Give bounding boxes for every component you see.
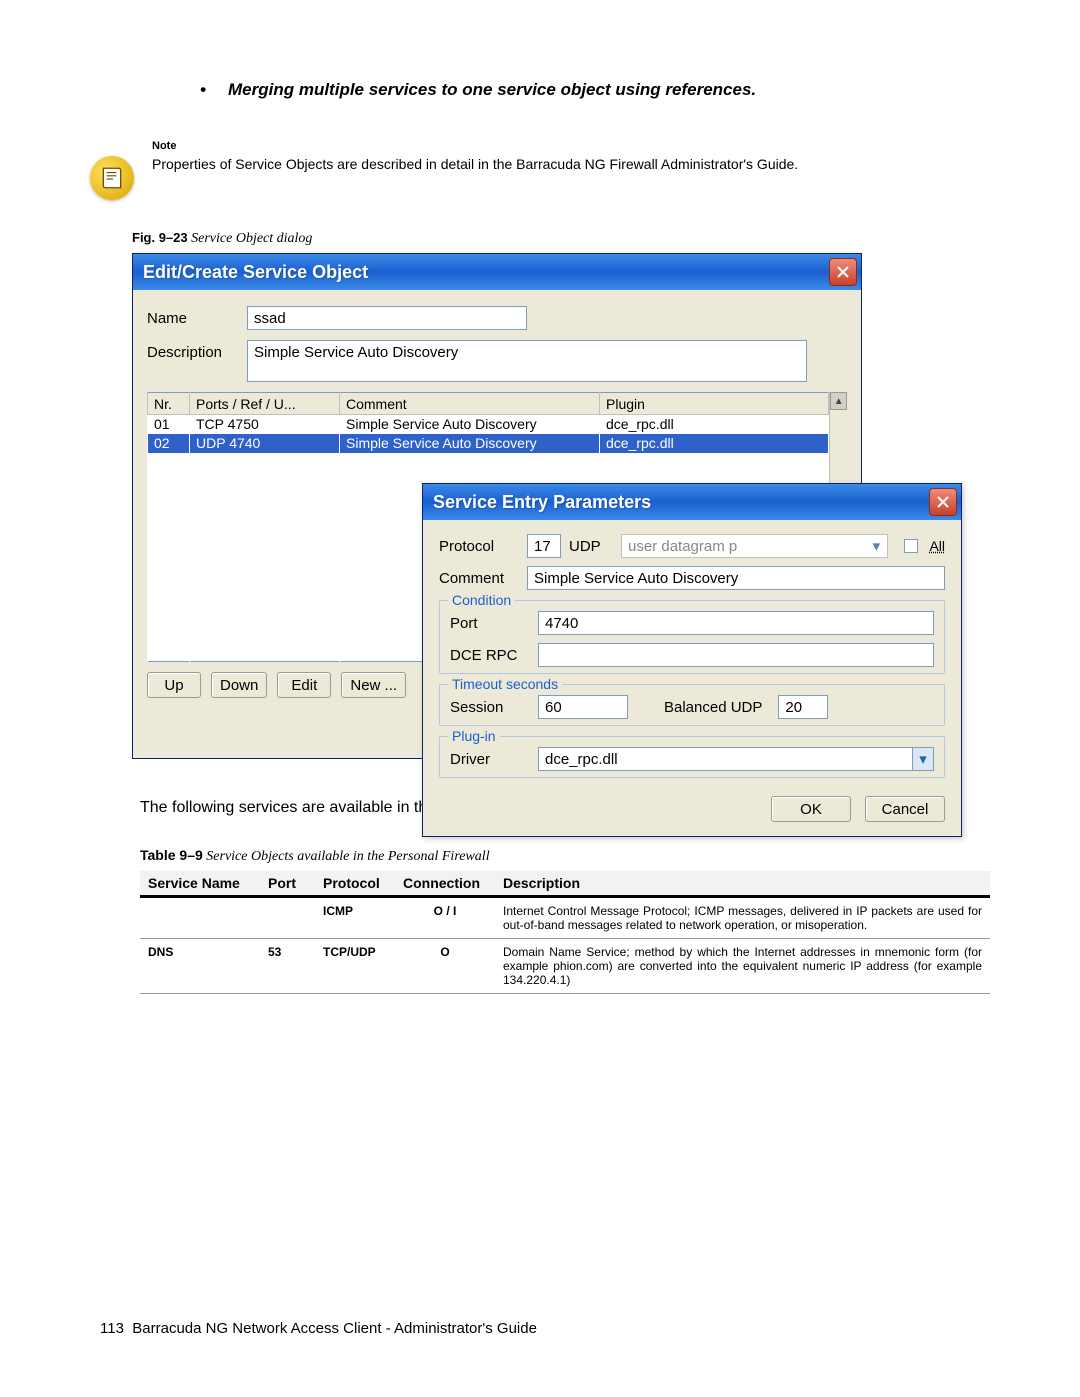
comment-input[interactable] <box>527 566 945 590</box>
page-number: 113 <box>100 1320 124 1337</box>
col-plugin[interactable]: Plugin <box>600 393 829 415</box>
protocol-number-input[interactable] <box>527 534 561 558</box>
note-label: Note <box>152 140 798 152</box>
dcerpc-input[interactable] <box>538 643 934 667</box>
services-table: Service Name Port Protocol Connection De… <box>140 871 990 994</box>
figure-caption-num: Fig. 9–23 <box>132 230 188 245</box>
driver-label: Driver <box>450 751 530 768</box>
scroll-up-icon[interactable]: ▲ <box>830 392 847 410</box>
condition-legend: Condition <box>448 592 515 608</box>
edit-button[interactable]: Edit <box>277 672 331 698</box>
svc-col-description: Description <box>495 871 990 897</box>
svc-col-name: Service Name <box>140 871 260 897</box>
table-row[interactable]: 01 TCP 4750 Simple Service Auto Discover… <box>148 415 829 434</box>
close-icon[interactable] <box>929 488 957 516</box>
table-caption: Table 9–9 Service Objects available in t… <box>140 847 990 865</box>
table-row <box>148 453 829 472</box>
col-ports[interactable]: Ports / Ref / U... <box>190 393 340 415</box>
protocol-name: UDP <box>569 538 613 555</box>
svc-col-protocol: Protocol <box>315 871 395 897</box>
description-input[interactable]: Simple Service Auto Discovery <box>247 340 807 382</box>
condition-group: Condition Port DCE RPC <box>439 600 945 674</box>
plugin-group: Plug-in Driver ▾ <box>439 736 945 778</box>
table-row[interactable]: 02 UDP 4740 Simple Service Auto Discover… <box>148 434 829 453</box>
ok-button[interactable]: OK <box>771 796 851 822</box>
timeout-legend: Timeout seconds <box>448 676 562 692</box>
name-label: Name <box>147 306 247 327</box>
svc-col-connection: Connection <box>395 871 495 897</box>
footer-title: Barracuda NG Network Access Client - Adm… <box>132 1320 537 1337</box>
col-nr[interactable]: Nr. <box>148 393 190 415</box>
bullet-text: Merging multiple services to one service… <box>228 80 756 99</box>
name-input[interactable] <box>247 306 527 330</box>
protocol-label: Protocol <box>439 538 519 555</box>
comment-label: Comment <box>439 570 519 587</box>
svc-col-port: Port <box>260 871 315 897</box>
all-checkbox[interactable] <box>904 539 918 553</box>
note-icon <box>90 156 134 200</box>
edit-window-title: Edit/Create Service Object <box>143 262 829 283</box>
balanced-udp-input[interactable] <box>778 695 828 719</box>
chevron-down-icon[interactable]: ▾ <box>912 747 934 771</box>
bullet-heading: •Merging multiple services to one servic… <box>200 80 990 100</box>
note-block: Note Properties of Service Objects are d… <box>90 140 990 200</box>
protocol-desc: user datagram p <box>628 538 867 555</box>
table-caption-title: Service Objects available in the Persona… <box>203 849 490 864</box>
up-button[interactable]: Up <box>147 672 201 698</box>
port-label: Port <box>450 615 530 632</box>
cancel-button[interactable]: Cancel <box>865 796 945 822</box>
chevron-down-icon: ▾ <box>867 537 885 555</box>
protocol-description-dropdown[interactable]: user datagram p ▾ <box>621 534 888 558</box>
driver-input[interactable] <box>538 747 912 771</box>
page-footer: 113 Barracuda NG Network Access Client -… <box>100 1320 537 1337</box>
session-label: Session <box>450 699 530 716</box>
note-text: Properties of Service Objects are descri… <box>152 156 798 172</box>
new-button[interactable]: New ... <box>341 672 406 698</box>
dcerpc-label: DCE RPC <box>450 647 530 664</box>
timeout-group: Timeout seconds Session Balanced UDP <box>439 684 945 726</box>
balanced-label: Balanced UDP <box>664 699 762 716</box>
figure-caption-title: Service Object dialog <box>188 231 313 246</box>
entry-window-title: Service Entry Parameters <box>433 492 929 513</box>
col-comment[interactable]: Comment <box>340 393 600 415</box>
table-row: ICMP O / I Internet Control Message Prot… <box>140 897 990 939</box>
close-icon[interactable] <box>829 258 857 286</box>
all-label: All <box>929 538 945 554</box>
table-row: DNS 53 TCP/UDP O Domain Name Service; me… <box>140 939 990 994</box>
description-label: Description <box>147 340 247 361</box>
down-button[interactable]: Down <box>211 672 267 698</box>
table-caption-num: Table 9–9 <box>140 847 203 863</box>
figure-caption: Fig. 9–23 Service Object dialog <box>132 230 990 247</box>
session-input[interactable] <box>538 695 628 719</box>
plugin-legend: Plug-in <box>448 728 500 744</box>
service-entry-parameters-window: Service Entry Parameters Protocol UDP us… <box>422 483 962 837</box>
port-input[interactable] <box>538 611 934 635</box>
